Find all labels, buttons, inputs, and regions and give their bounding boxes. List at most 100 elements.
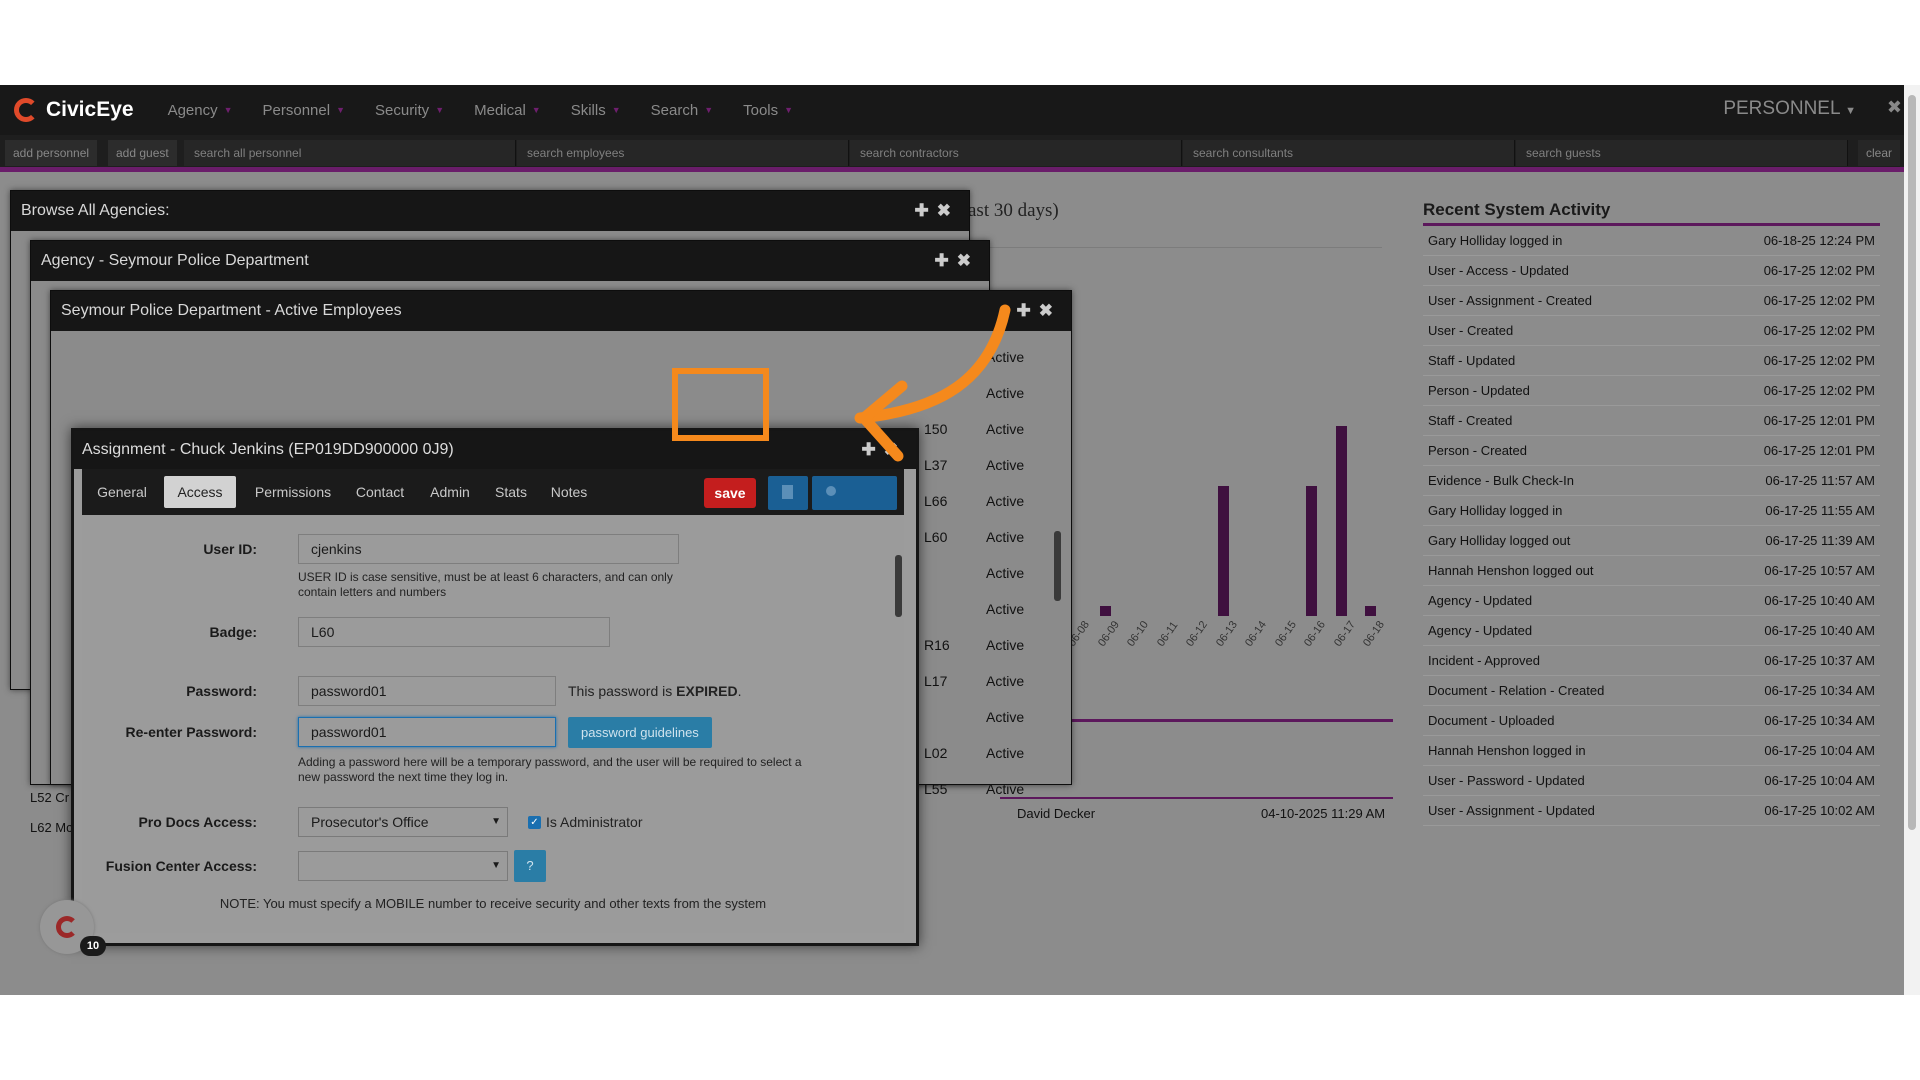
activity-row[interactable]: Person - Created 06-17-25 12:01 PM [1423,436,1880,466]
save-highlight-box [672,368,769,441]
activity-row[interactable]: Hannah Henshon logged in 06-17-25 10:04 A… [1423,736,1880,766]
activity-text: Incident - Approved [1428,653,1541,668]
nav-item-security[interactable]: Security ▼ [375,102,444,119]
activity-text: Gary Holliday logged in [1428,503,1563,518]
activity-text: Person - Updated [1428,383,1530,398]
separator [1000,797,1393,799]
activity-row[interactable]: Document - Relation - Created 06-17-25 10… [1423,676,1880,706]
nav-item-personnel[interactable]: Personnel ▼ [263,102,345,119]
search-contractors-input[interactable]: search contractors [850,140,1182,166]
activity-text: Document - Relation - Created [1428,683,1605,698]
tab-stats[interactable]: Stats [486,476,536,508]
nav-item-agency[interactable]: Agency ▼ [168,102,233,119]
activity-row[interactable]: Gary Holliday logged out 06-17-25 11:39 A… [1423,526,1880,556]
activity-row[interactable]: Document - Uploaded 06-17-25 10:34 AM [1423,706,1880,736]
activity-row[interactable]: User - Access - Updated 06-17-25 12:02 PM [1423,256,1880,286]
activity-time: 06-17-25 10:34 AM [1764,713,1875,728]
reenter-password-input[interactable]: password01 [298,717,556,747]
activity-row[interactable]: Agency - Updated 06-17-25 10:40 AM [1423,586,1880,616]
password-guidelines-button[interactable]: password guidelines [568,717,712,748]
clear-button[interactable]: clear [1858,140,1901,166]
fusion-center-select[interactable]: ▼ [298,851,508,881]
notification-badge[interactable]: 10 [80,936,106,956]
search-guests-input[interactable]: search guests [1516,140,1848,166]
nav-item-search[interactable]: Search ▼ [651,102,713,119]
activity-text: Person - Created [1428,443,1527,458]
activity-time: 06-17-25 11:39 AM [1765,533,1875,548]
activity-text: User - Assignment - Updated [1428,803,1595,818]
nav-item-tools[interactable]: Tools ▼ [743,102,793,119]
search-all-personnel-input[interactable]: search all personnel [184,140,516,166]
is-administrator-checkbox[interactable]: ✓ [528,816,541,829]
employee-status: Active [986,637,1025,653]
close-icon[interactable]: ✖ [957,251,979,270]
employee-code: L55 [924,781,948,797]
chart-bar [1217,486,1229,616]
password-input[interactable]: password01 [298,676,556,706]
document-icon [782,485,793,499]
activity-text: Agency - Updated [1428,623,1533,638]
close-icon[interactable]: ✖ [1887,97,1902,118]
activity-row[interactable]: Incident - Approved 06-17-25 10:37 AM [1423,646,1880,676]
page-scrollbar[interactable] [1904,85,1920,995]
activity-time: 06-17-25 11:57 AM [1765,473,1875,488]
nav-item-skills[interactable]: Skills ▼ [571,102,621,119]
activity-time: 06-17-25 12:01 PM [1763,413,1875,428]
add-personnel-button[interactable]: add personnel [5,140,98,166]
activity-row[interactable]: User - Password - Updated 06-17-25 10:04 … [1423,766,1880,796]
activity-time: 06-17-25 10:04 AM [1764,773,1875,788]
badge-input[interactable]: L60 [298,617,610,647]
activity-row[interactable]: Staff - Created 06-17-25 12:01 PM [1423,406,1880,436]
app-root: CivicEye Agency ▼ Personnel ▼ Security ▼ Medic… [0,85,1920,995]
employee-status: Active [986,709,1025,725]
activity-row[interactable]: Person - Updated 06-17-25 12:02 PM [1423,376,1880,406]
save-button[interactable]: save [704,478,756,508]
reenter-password-label: Re-enter Password: [125,724,257,740]
search-consultants-input[interactable]: search consultants [1183,140,1515,166]
activity-row[interactable]: Gary Holliday logged in 06-18-25 12:24 PM [1423,226,1880,256]
activity-text: User - Created [1428,323,1514,338]
activity-row[interactable]: Agency - Updated 06-17-25 10:40 AM [1423,616,1880,646]
page-scrollbar-thumb[interactable] [1908,95,1916,830]
close-icon[interactable]: ✖ [1039,301,1061,320]
employee-status: Active [986,673,1025,689]
employees-scrollbar[interactable] [1054,531,1061,601]
activity-time: 06-18-25 12:24 PM [1763,233,1875,248]
nav-item-medical[interactable]: Medical ▼ [474,102,541,119]
brand-logo[interactable]: CivicEye [14,98,134,122]
tab-permissions[interactable]: Permissions [245,476,341,508]
activity-row[interactable]: User - Created 06-17-25 12:02 PM [1423,316,1880,346]
tab-admin[interactable]: Admin [420,476,480,508]
close-icon[interactable]: ✖ [937,201,959,220]
activity-time: 06-17-25 12:02 PM [1763,293,1875,308]
chart-x-tick: 06-18 [1361,618,1387,649]
employee-status: Active [986,781,1025,797]
pro-docs-select[interactable]: Prosecutor's Office ▼ [298,807,508,837]
window-controls[interactable]: ✚✖ [935,241,980,281]
user-id-input[interactable]: cjenkins [298,534,679,564]
chevron-down-icon: ▼ [491,860,501,871]
activity-row[interactable]: Evidence - Bulk Check-In 06-17-25 11:57 A… [1423,466,1880,496]
add-guest-button[interactable]: add guest [108,140,177,166]
window-controls[interactable]: ✚✖ [1017,291,1062,331]
module-menu[interactable]: PERSONNEL ▼ [1723,98,1856,120]
activity-row[interactable]: Gary Holliday logged in 06-17-25 11:55 AM [1423,496,1880,526]
search-employees-input[interactable]: search employees [517,140,849,166]
employee-code: L02 [924,745,948,761]
chevron-down-icon: ▼ [491,816,501,827]
tab-general[interactable]: General [86,476,158,508]
tab-access[interactable]: Access [164,476,236,508]
plus-icon[interactable]: ✚ [935,251,957,270]
form-scrollbar[interactable] [895,555,902,617]
activity-row[interactable]: Hannah Henshon logged out 06-17-25 10:57 … [1423,556,1880,586]
plus-icon[interactable]: ✚ [915,201,937,220]
activity-row[interactable]: User - Assignment - Created 06-17-25 12:0… [1423,286,1880,316]
fusion-help-button[interactable]: ? [514,850,546,882]
tab-contact[interactable]: Contact [346,476,414,508]
tab-notes[interactable]: Notes [542,476,596,508]
chart-bar [1306,486,1317,616]
activity-row[interactable]: User - Assignment - Updated 06-17-25 10:0… [1423,796,1880,826]
activity-row[interactable]: Staff - Updated 06-17-25 12:02 PM [1423,346,1880,376]
window-controls[interactable]: ✚✖ [915,191,960,231]
activity-text: Staff - Updated [1428,353,1516,368]
